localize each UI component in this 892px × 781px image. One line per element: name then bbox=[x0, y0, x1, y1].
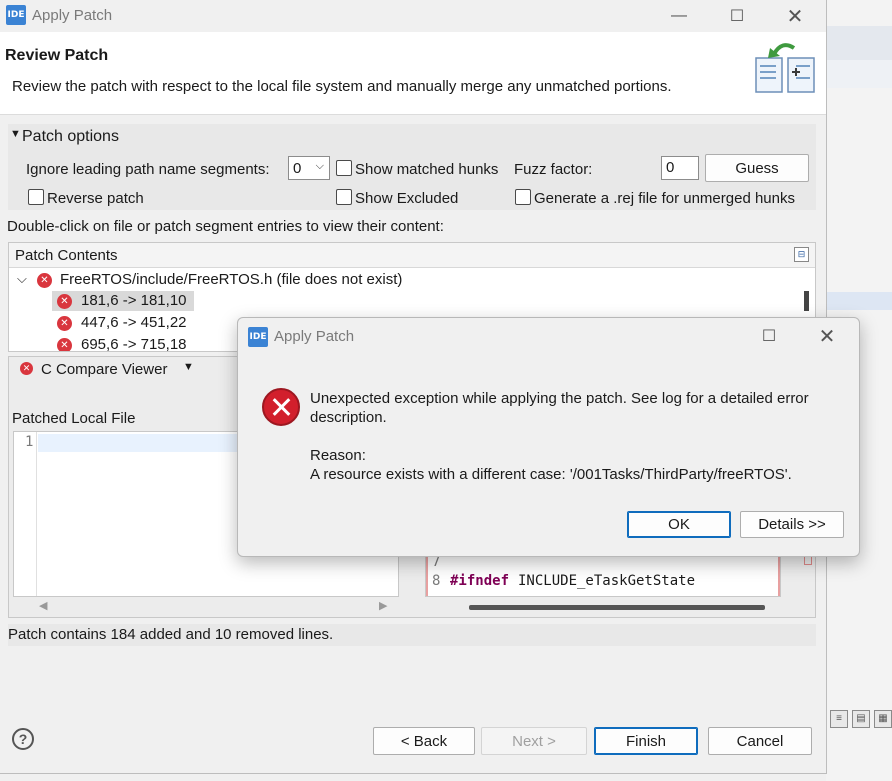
page-description: Review the patch with respect to the loc… bbox=[12, 78, 672, 95]
chevron-down-icon: ⌵ bbox=[315, 160, 324, 172]
tree-item-file[interactable]: FreeRTOS/include/FreeRTOS.h (file does n… bbox=[60, 271, 402, 288]
background-ide-strip bbox=[826, 26, 892, 60]
scroll-left-icon[interactable]: ◀ bbox=[39, 599, 47, 612]
hint-text: Double-click on file or patch segment en… bbox=[7, 218, 444, 235]
dialog-title: Apply Patch bbox=[274, 328, 355, 345]
c-file-icon: ✕ bbox=[20, 362, 33, 375]
next-button[interactable]: Next > bbox=[481, 727, 587, 755]
finish-button[interactable]: Finish bbox=[594, 727, 698, 755]
window-titlebar: IDE Apply Patch — ☐ ✕ bbox=[0, 0, 826, 32]
tree-item-hunk[interactable]: 181,6 -> 181,10 bbox=[81, 292, 187, 309]
error-icon bbox=[262, 388, 300, 426]
line-number: 8 bbox=[432, 573, 441, 589]
collapse-all-icon[interactable]: ⊟ bbox=[794, 247, 809, 262]
background-ide-strip bbox=[826, 292, 892, 310]
maximize-icon[interactable]: ☐ bbox=[746, 320, 792, 352]
guess-button[interactable]: Guess bbox=[705, 154, 809, 182]
compare-viewer-label[interactable]: C Compare Viewer bbox=[41, 361, 167, 378]
code-keyword: #ifndef bbox=[450, 573, 510, 589]
generate-rej-checkbox[interactable] bbox=[515, 189, 531, 205]
ide-logo: IDE bbox=[6, 5, 26, 25]
error-message-line: description. bbox=[310, 409, 387, 426]
help-icon[interactable]: ? bbox=[12, 728, 34, 750]
patch-contents-title: Patch Contents bbox=[15, 247, 118, 264]
page-title: Review Patch bbox=[5, 47, 109, 64]
patch-options-label[interactable]: Patch options bbox=[22, 128, 119, 146]
line-number: 1 bbox=[25, 434, 34, 450]
show-matched-hunks-label[interactable]: Show matched hunks bbox=[355, 161, 498, 178]
close-icon[interactable]: ✕ bbox=[772, 0, 818, 32]
error-dialog: IDE Apply Patch ☐ ✕ Unexpected exception… bbox=[237, 317, 860, 557]
patch-options-section: ▼ Patch options Ignore leading path name… bbox=[8, 124, 816, 210]
error-hunk-icon: ✕ bbox=[57, 338, 72, 351]
close-icon[interactable]: ✕ bbox=[804, 320, 850, 352]
line-gutter bbox=[14, 432, 37, 596]
show-matched-hunks-checkbox[interactable] bbox=[336, 160, 352, 176]
toolbar-icon[interactable]: ▦ bbox=[874, 710, 892, 728]
patch-contents-header: Patch Contents ⊟ bbox=[9, 243, 815, 268]
patch-wizard-icon bbox=[755, 43, 815, 93]
error-file-icon: ✕ bbox=[37, 273, 52, 288]
show-excluded-checkbox[interactable] bbox=[336, 189, 352, 205]
status-bar: Patch contains 184 added and 10 removed … bbox=[8, 624, 816, 646]
left-pane-title: Patched Local File bbox=[12, 410, 136, 427]
background-ide-toolbar: ≡ ▤ ▦ bbox=[830, 710, 892, 728]
error-hunk-icon: ✕ bbox=[57, 316, 72, 331]
fuzz-factor-label: Fuzz factor: bbox=[514, 161, 593, 178]
tree-scrollbar[interactable] bbox=[804, 291, 809, 311]
scroll-right-icon[interactable]: ▶ bbox=[379, 599, 387, 612]
background-ide-strip bbox=[826, 60, 892, 88]
chevron-down-icon[interactable]: ⌵ bbox=[17, 271, 27, 287]
toolbar-icon[interactable]: ▤ bbox=[852, 710, 870, 728]
ignore-segments-select[interactable]: 0 ⌵ bbox=[288, 156, 330, 180]
horizontal-scrollbar[interactable] bbox=[469, 605, 765, 610]
tree-item-hunk[interactable]: 447,6 -> 451,22 bbox=[81, 314, 187, 331]
reverse-patch-checkbox[interactable] bbox=[28, 189, 44, 205]
error-message-line: Unexpected exception while applying the … bbox=[310, 390, 809, 407]
window-title: Apply Patch bbox=[32, 7, 113, 24]
reverse-patch-label[interactable]: Reverse patch bbox=[47, 190, 144, 207]
code-text: INCLUDE_eTaskGetState bbox=[518, 573, 696, 589]
cancel-button[interactable]: Cancel bbox=[708, 727, 812, 755]
generate-rej-label[interactable]: Generate a .rej file for unmerged hunks bbox=[534, 190, 795, 207]
ok-button[interactable]: OK bbox=[627, 511, 731, 538]
minimize-icon[interactable]: — bbox=[656, 0, 702, 32]
ignore-segments-value: 0 bbox=[293, 159, 302, 177]
wizard-header: Review Patch Review the patch with respe… bbox=[0, 32, 826, 115]
fuzz-factor-input[interactable]: 0 bbox=[661, 156, 699, 180]
reason-text: A resource exists with a different case:… bbox=[310, 466, 792, 483]
ignore-segments-label: Ignore leading path name segments: bbox=[26, 161, 270, 178]
maximize-icon[interactable]: ☐ bbox=[714, 0, 760, 32]
toolbar-icon[interactable]: ≡ bbox=[830, 710, 848, 728]
collapse-arrow-icon[interactable]: ▼ bbox=[10, 128, 21, 140]
reason-label: Reason: bbox=[310, 447, 366, 464]
viewer-dropdown-icon[interactable]: ▼ bbox=[183, 361, 194, 373]
ide-logo: IDE bbox=[248, 327, 268, 347]
tree-item-hunk[interactable]: 695,6 -> 715,18 bbox=[81, 336, 187, 351]
patch-preview-pane[interactable]: 7 8 #ifndef INCLUDE_eTaskGetState bbox=[425, 551, 781, 597]
back-button[interactable]: < Back bbox=[373, 727, 475, 755]
error-hunk-icon: ✕ bbox=[57, 294, 72, 309]
show-excluded-label[interactable]: Show Excluded bbox=[355, 190, 458, 207]
details-button[interactable]: Details >> bbox=[740, 511, 844, 538]
status-text: Patch contains 184 added and 10 removed … bbox=[8, 626, 334, 643]
dialog-titlebar: IDE Apply Patch ☐ ✕ bbox=[238, 318, 859, 354]
